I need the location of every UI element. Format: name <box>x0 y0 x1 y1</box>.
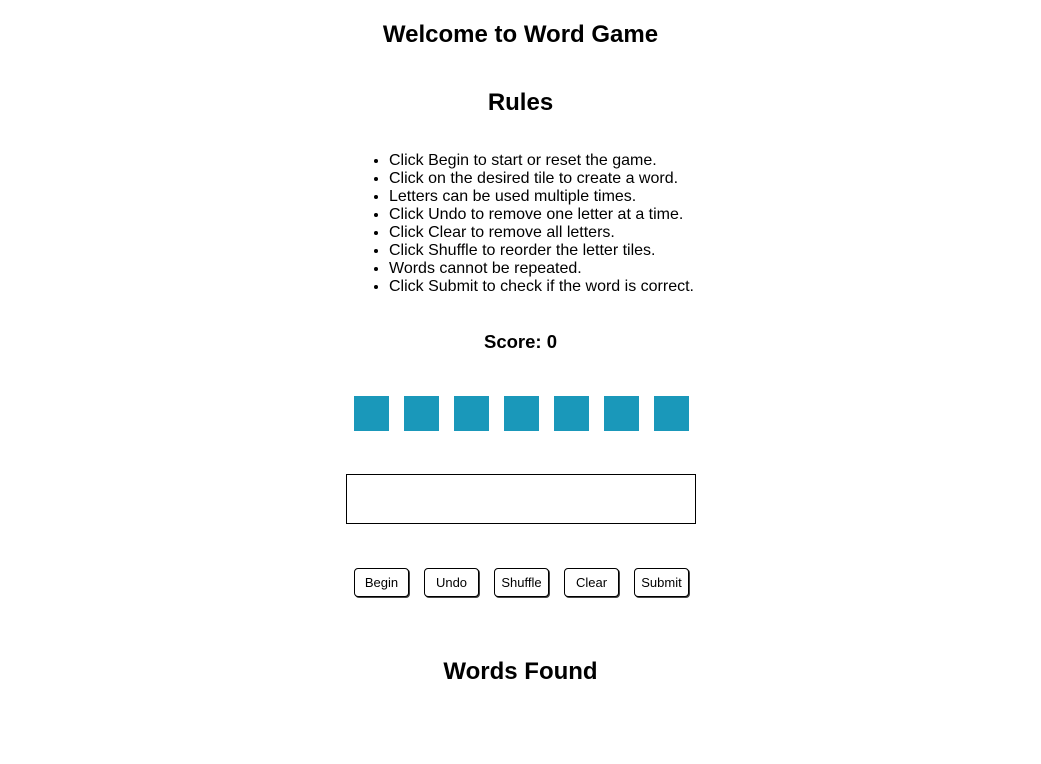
rule-item-repeat: Words cannot be repeated. <box>389 260 694 278</box>
rule-item-begin: Click Begin to start or reset the game. <box>389 152 694 170</box>
current-word-display <box>346 474 696 524</box>
rules-list: Click Begin to start or reset the game. … <box>349 152 694 296</box>
rule-item-letters: Letters can be used multiple times. <box>389 188 694 206</box>
rules-heading: Rules <box>487 89 554 116</box>
score-display: Score: 0 <box>483 331 557 352</box>
page-title: Welcome to Word Game <box>382 21 659 48</box>
letter-tile[interactable] <box>404 396 439 431</box>
game-controls: Begin Undo Shuffle Clear Submit <box>354 568 689 597</box>
rule-item-tile: Click on the desired tile to create a wo… <box>389 170 694 188</box>
shuffle-button[interactable]: Shuffle <box>494 568 549 597</box>
clear-button[interactable]: Clear <box>564 568 619 597</box>
words-found-heading: Words Found <box>443 658 598 685</box>
word-game-page: Welcome to Word Game Rules Click Begin t… <box>0 0 1041 764</box>
begin-button[interactable]: Begin <box>354 568 409 597</box>
rule-item-clear: Click Clear to remove all letters. <box>389 224 694 242</box>
rule-item-shuffle: Click Shuffle to reorder the letter tile… <box>389 242 694 260</box>
rule-item-undo: Click Undo to remove one letter at a tim… <box>389 206 694 224</box>
letter-tile[interactable] <box>504 396 539 431</box>
submit-button[interactable]: Submit <box>634 568 689 597</box>
undo-button[interactable]: Undo <box>424 568 479 597</box>
letter-tile[interactable] <box>354 396 389 431</box>
letter-tile[interactable] <box>604 396 639 431</box>
rule-item-submit: Click Submit to check if the word is cor… <box>389 278 694 296</box>
letter-tile[interactable] <box>554 396 589 431</box>
letter-tile[interactable] <box>454 396 489 431</box>
letter-tiles <box>354 396 689 431</box>
letter-tile[interactable] <box>654 396 689 431</box>
